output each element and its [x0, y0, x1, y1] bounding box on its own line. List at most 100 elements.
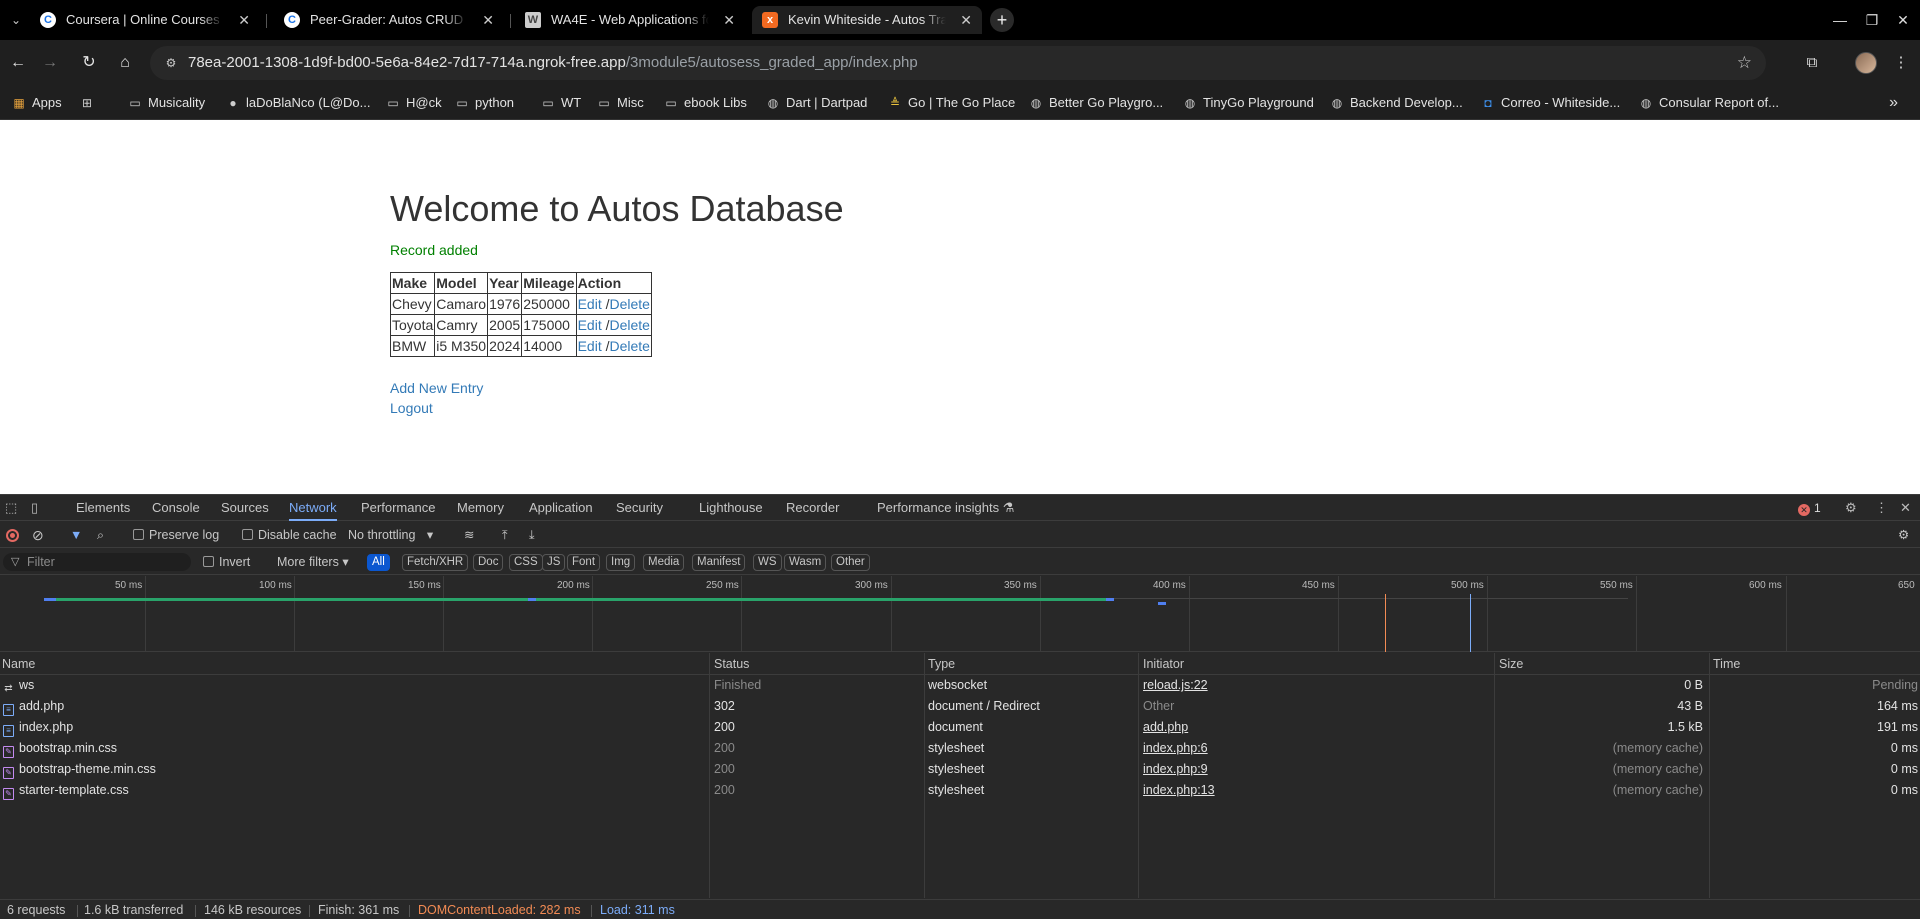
- filter-type-all[interactable]: All: [367, 554, 390, 571]
- tab-search-chevron-icon[interactable]: ⌄: [6, 10, 26, 30]
- bookmark-link[interactable]: ◍ Backend Develop...: [1330, 86, 1463, 120]
- delete-link[interactable]: Delete: [609, 338, 649, 354]
- edit-link[interactable]: Edit: [578, 338, 602, 354]
- record-icon[interactable]: [6, 529, 19, 542]
- bookmark-link[interactable]: ◍ Dart | Dartpad: [766, 86, 868, 120]
- clear-icon[interactable]: ⊘: [32, 522, 44, 548]
- filter-input[interactable]: ▽ Filter: [3, 553, 191, 571]
- home-icon[interactable]: ⌂: [112, 50, 138, 76]
- bookmark-tab-groups[interactable]: ⊞: [80, 86, 100, 120]
- new-tab-button[interactable]: +: [990, 8, 1014, 32]
- bookmark-folder[interactable]: ▭ WT: [541, 86, 581, 120]
- tab-lighthouse[interactable]: Lighthouse: [699, 495, 763, 521]
- column-initiator[interactable]: Initiator: [1141, 653, 1184, 675]
- filter-type-wasm[interactable]: Wasm: [784, 554, 827, 571]
- bookmark-link[interactable]: ◍ Consular Report of...: [1639, 86, 1779, 120]
- tab-sources[interactable]: Sources: [221, 495, 269, 521]
- edit-link[interactable]: Edit: [578, 296, 602, 312]
- browser-tab[interactable]: W WA4E - Web Applications for E ✕: [515, 6, 745, 34]
- bookmark-link[interactable]: ◍ TinyGo Playground: [1183, 86, 1314, 120]
- close-icon[interactable]: ✕: [723, 6, 735, 34]
- bookmark-folder[interactable]: ▭ ebook Libs: [664, 86, 747, 120]
- request-row[interactable]: ✎ bootstrap-theme.min.css 200 stylesheet …: [0, 759, 1920, 780]
- restore-icon[interactable]: ❐: [1857, 8, 1887, 32]
- bookmark-apps[interactable]: ▦ Apps: [12, 86, 61, 120]
- tab-recorder[interactable]: Recorder: [786, 495, 839, 521]
- throttling-select[interactable]: No throttling ▾: [348, 522, 433, 548]
- invert-checkbox[interactable]: Invert: [203, 549, 250, 575]
- request-row[interactable]: ✎ starter-template.css 200 stylesheet ind…: [0, 780, 1920, 801]
- bookmark-folder[interactable]: ▭ Misc: [597, 86, 643, 120]
- filter-type-img[interactable]: Img: [606, 554, 636, 571]
- browser-tab[interactable]: C Coursera | Online Courses Fr ✕: [30, 6, 260, 34]
- reload-icon[interactable]: ↻: [76, 50, 102, 76]
- tab-elements[interactable]: Elements: [76, 495, 130, 521]
- tab-security[interactable]: Security: [616, 495, 663, 521]
- network-overview-timeline[interactable]: 50 ms 100 ms 150 ms 200 ms 250 ms 300 ms…: [0, 576, 1920, 652]
- bookmark-star-icon[interactable]: ☆: [1737, 46, 1752, 80]
- tab-performance[interactable]: Performance: [361, 495, 435, 521]
- request-initiator-link[interactable]: add.php: [1143, 717, 1488, 738]
- import-har-icon[interactable]: ⤒: [502, 522, 508, 548]
- column-status[interactable]: Status: [712, 653, 749, 675]
- tab-network[interactable]: Network: [289, 495, 337, 521]
- bookmark-link[interactable]: ◍ Better Go Playgro...: [1029, 86, 1163, 120]
- bookmark-link[interactable]: ◘ Correo - Whiteside...: [1481, 86, 1620, 120]
- close-icon[interactable]: ✕: [482, 6, 494, 34]
- request-row[interactable]: ⇄ ws Finished websocket reload.js:22 0 B …: [0, 675, 1920, 696]
- bookmark-folder[interactable]: ▭ python: [455, 86, 514, 120]
- request-initiator-link[interactable]: index.php:9: [1143, 759, 1488, 780]
- filter-type-manifest[interactable]: Manifest: [692, 554, 746, 571]
- error-count-badge[interactable]: ✕ 1: [1798, 495, 1821, 521]
- column-name[interactable]: Name: [0, 653, 35, 675]
- request-initiator-link[interactable]: index.php:6: [1143, 738, 1488, 759]
- add-new-entry-link[interactable]: Add New Entry: [390, 380, 483, 396]
- filter-type-font[interactable]: Font: [567, 554, 601, 571]
- column-type[interactable]: Type: [926, 653, 955, 675]
- request-initiator-link[interactable]: reload.js:22: [1143, 675, 1488, 696]
- column-size[interactable]: Size: [1497, 653, 1523, 675]
- bookmark-folder[interactable]: ▭ H@ck: [386, 86, 441, 120]
- device-toolbar-icon[interactable]: ▯: [31, 495, 38, 521]
- avatar[interactable]: [1855, 52, 1877, 74]
- bookmark-link[interactable]: ≜ Go | The Go Place: [888, 86, 1015, 120]
- close-icon[interactable]: ✕: [238, 6, 250, 34]
- filter-type-js[interactable]: JS: [542, 554, 566, 571]
- export-har-icon[interactable]: ⤓: [529, 522, 535, 548]
- request-initiator-link[interactable]: index.php:13: [1143, 780, 1488, 801]
- browser-tab[interactable]: C Peer-Grader: Autos CRUD | Co ✕: [274, 6, 504, 34]
- more-filters-dropdown[interactable]: More filters ▾: [277, 549, 349, 575]
- request-row[interactable]: ≡ add.php 302 document / Redirect Other 4…: [0, 696, 1920, 717]
- filter-type-css[interactable]: CSS: [509, 554, 543, 571]
- filter-type-ws[interactable]: WS: [753, 554, 782, 571]
- tab-memory[interactable]: Memory: [457, 495, 504, 521]
- settings-gear-icon[interactable]: ⚙: [1845, 495, 1857, 521]
- disable-cache-checkbox[interactable]: Disable cache: [242, 522, 337, 548]
- edit-link[interactable]: Edit: [578, 317, 602, 333]
- filter-type-fetch-xhr[interactable]: Fetch/XHR: [402, 554, 469, 571]
- request-row[interactable]: ≡ index.php 200 document add.php 1.5 kB 1…: [0, 717, 1920, 738]
- site-info-icon[interactable]: ⚙: [162, 54, 180, 72]
- network-conditions-icon[interactable]: ≋: [464, 522, 474, 548]
- url-text[interactable]: 78ea-2001-1308-1d9f-bd00-5e6a-84e2-7d17-…: [188, 46, 918, 80]
- back-arrow-icon[interactable]: ←: [5, 50, 31, 76]
- bookmark-folder[interactable]: ▭ Musicality: [128, 86, 205, 120]
- logout-link[interactable]: Logout: [390, 400, 433, 416]
- request-row[interactable]: ✎ bootstrap.min.css 200 stylesheet index.…: [0, 738, 1920, 759]
- delete-link[interactable]: Delete: [609, 296, 649, 312]
- devtools-menu-icon[interactable]: ⋮: [1875, 495, 1888, 521]
- close-devtools-icon[interactable]: ✕: [1900, 495, 1911, 521]
- preserve-log-checkbox[interactable]: Preserve log: [133, 522, 219, 548]
- address-bar[interactable]: ⚙ 78ea-2001-1308-1d9f-bd00-5e6a-84e2-7d1…: [150, 46, 1766, 80]
- browser-tab-active[interactable]: x Kevin Whiteside - Autos Track ✕: [752, 6, 982, 34]
- search-icon[interactable]: ⌕: [97, 522, 104, 548]
- close-window-icon[interactable]: ✕: [1888, 8, 1918, 32]
- menu-kebab-icon[interactable]: ⋮: [1888, 50, 1914, 76]
- close-icon[interactable]: ✕: [960, 6, 972, 34]
- delete-link[interactable]: Delete: [609, 317, 649, 333]
- network-settings-icon[interactable]: ⚙: [1898, 522, 1909, 548]
- tab-performance-insights[interactable]: Performance insights ⚗: [877, 495, 1014, 521]
- bookmark-link[interactable]: ● laDoBlaNco (L@Do...: [226, 86, 370, 120]
- extensions-icon[interactable]: ⧉: [1799, 50, 1825, 76]
- filter-type-media[interactable]: Media: [643, 554, 685, 571]
